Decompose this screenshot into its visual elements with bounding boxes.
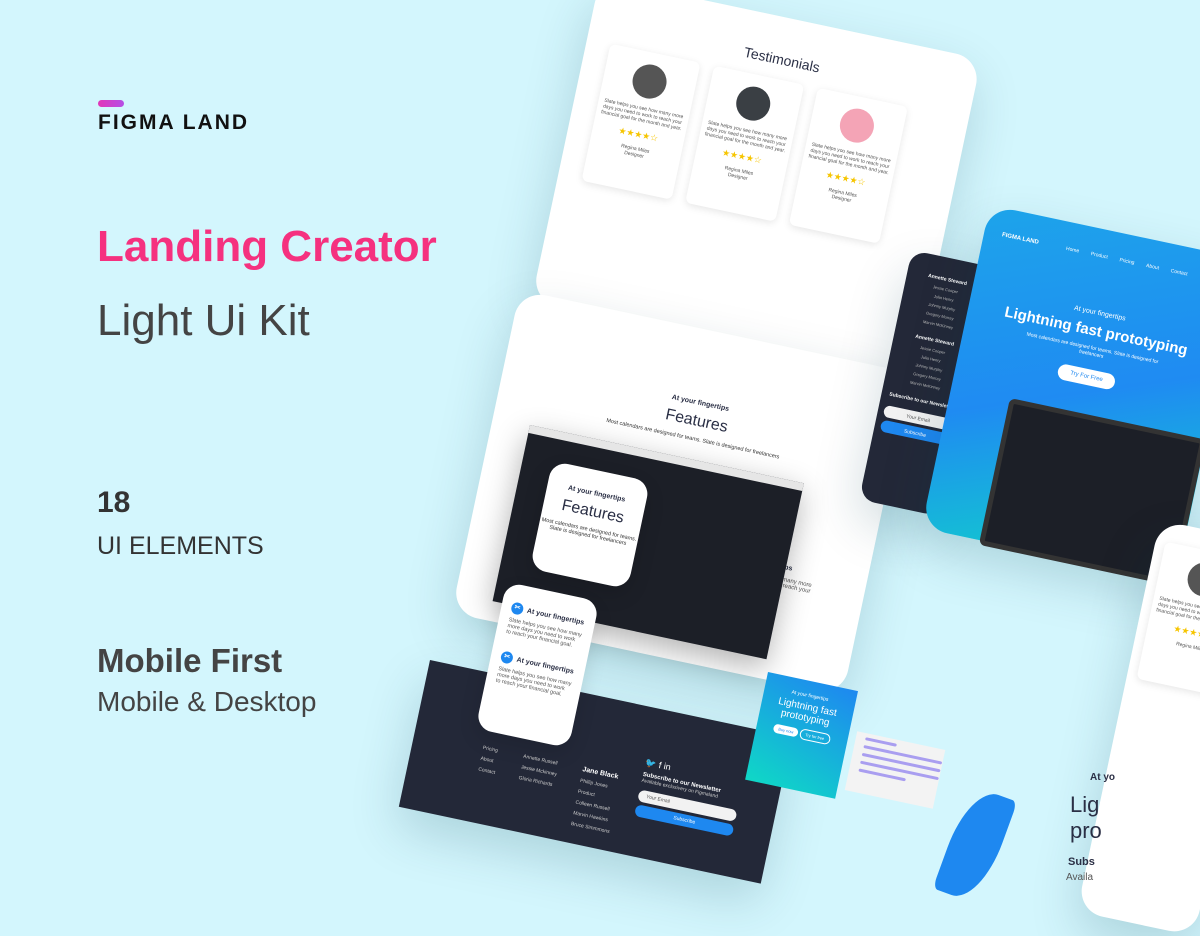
promo-card: At your fingertips Lightning fast protot… <box>745 672 858 799</box>
nav-pricing[interactable]: Pricing <box>1119 257 1135 266</box>
try-free-button[interactable]: Try for free <box>798 727 832 746</box>
lower-sub2: Availa <box>1066 872 1094 883</box>
avatar <box>836 105 878 146</box>
figma-land-logo: FIGMA LAND <box>98 100 268 140</box>
testimonial-card: Slate helps you see how many more days y… <box>581 44 700 200</box>
leaf-illustration <box>932 784 1018 906</box>
footer-link[interactable]: Contact <box>477 765 496 779</box>
testimonial-card: Slate helps you see how many more days y… <box>789 88 908 244</box>
lower-sub: Subs <box>1068 856 1095 868</box>
buy-now-button[interactable]: Buy now <box>772 723 800 738</box>
avatar <box>733 83 774 124</box>
logo-bar <box>98 100 124 107</box>
element-count: 18 <box>97 486 131 519</box>
nav-logo[interactable]: FIGMA LAND <box>1001 232 1039 246</box>
nav-bar: FIGMA LAND Home Product Pricing About Contact <box>984 205 1200 288</box>
testimonial-card: Slate helps you see how many more days y… <box>685 66 804 222</box>
twitter-icon[interactable]: 🐦 <box>644 757 657 769</box>
lower-title: Lig pro <box>1070 792 1102 843</box>
logo-text: FIGMA LAND <box>98 111 250 134</box>
feature-subtitle: Mobile & Desktop <box>97 686 317 717</box>
try-free-button[interactable]: Try For Free <box>1056 363 1116 391</box>
footer-col-3: Jane Black Phillip Jones Product Colleen Ru… <box>570 764 623 838</box>
footer-col-2: Annette Russell Jessie Mckinney Gloria Ric… <box>510 752 560 825</box>
tools-icon: ✂ <box>499 650 515 665</box>
subheadline: Light Ui Kit <box>97 296 310 345</box>
linkedin-icon[interactable]: in <box>663 761 672 772</box>
footer-col-1: Pricing About Contact <box>470 743 501 812</box>
nav-home[interactable]: Home <box>1065 246 1079 255</box>
feature-title: Mobile First <box>97 642 283 679</box>
avatar <box>629 61 670 102</box>
headline: Landing Creator <box>97 222 437 271</box>
footer-panel: Pricing About Contact Annette Russell Jessi… <box>398 660 792 884</box>
tools-icon: ✂ <box>510 601 525 616</box>
lower-eyebrow: At yo <box>1090 772 1115 783</box>
nav-product[interactable]: Product <box>1090 251 1108 260</box>
nav-about[interactable]: About <box>1145 263 1159 272</box>
right-testimonial-panel: Slate helps you see how many more days y… <box>1076 520 1200 936</box>
facebook-icon[interactable]: f <box>658 760 663 770</box>
element-count-label: UI ELEMENTS <box>97 532 264 560</box>
avatar <box>1184 559 1200 600</box>
nav-contact[interactable]: Contact <box>1170 268 1188 277</box>
